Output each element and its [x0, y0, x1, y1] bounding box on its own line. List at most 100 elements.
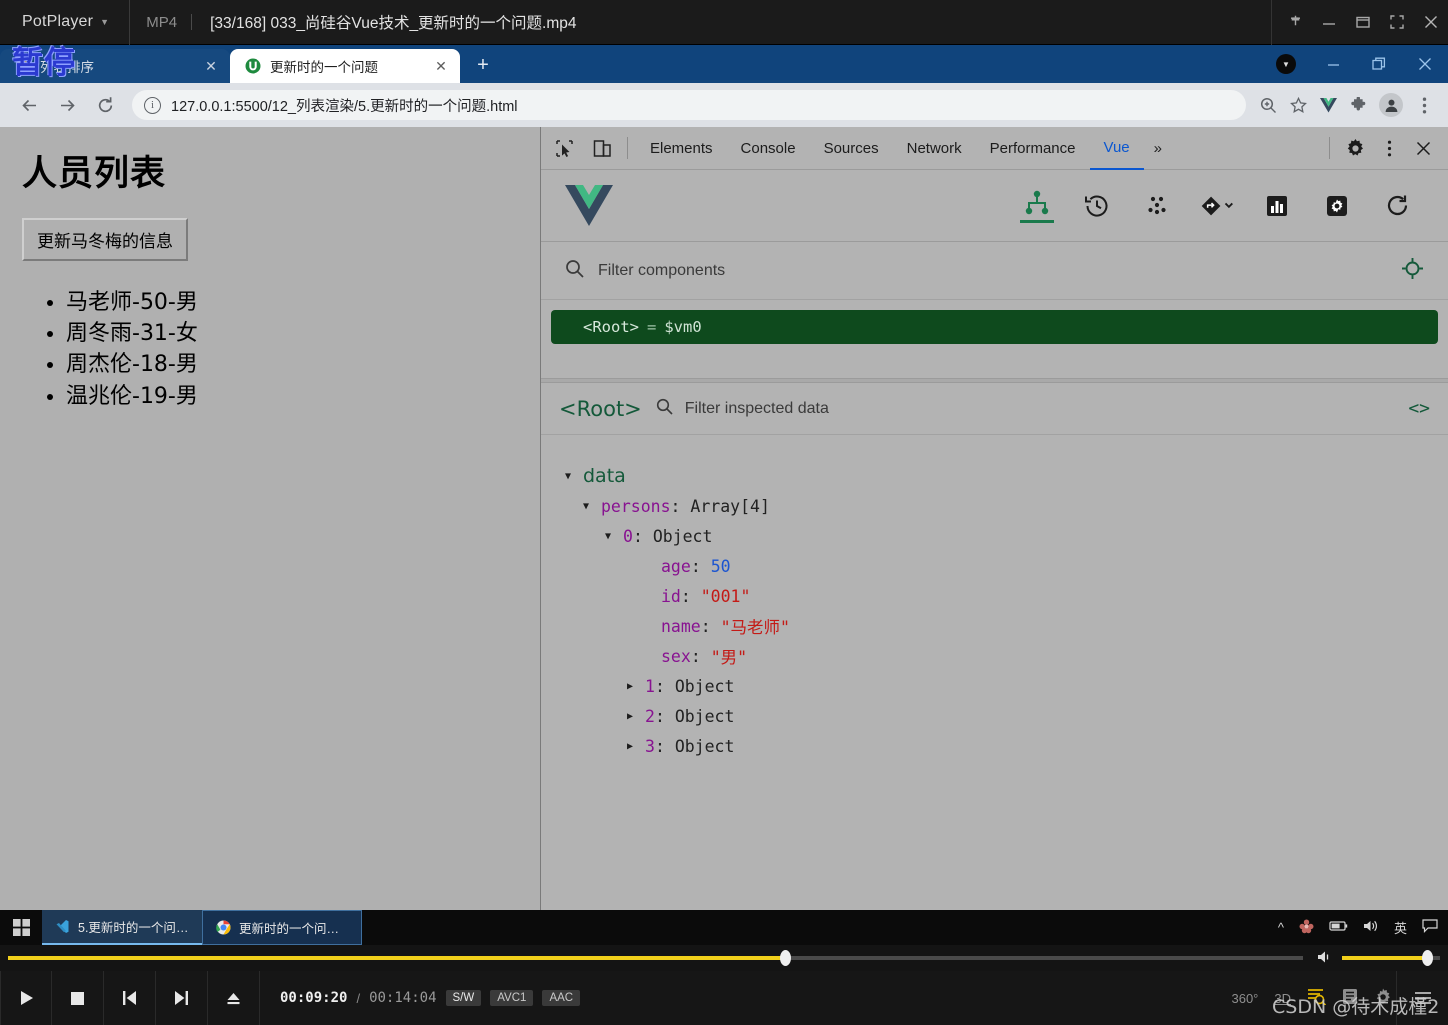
pin-icon[interactable] [1278, 0, 1312, 45]
profile-indicator-icon[interactable]: ▼ [1276, 54, 1296, 74]
tray-expand-icon[interactable]: ^ [1278, 920, 1284, 935]
routing-diamond-icon[interactable] [1200, 189, 1234, 223]
refresh-icon[interactable] [1380, 189, 1414, 223]
filter-components-input[interactable]: Filter components [598, 262, 725, 280]
flower-tray-icon[interactable] [1299, 919, 1314, 937]
bookmark-star-icon[interactable] [1284, 91, 1312, 119]
vr-360-button[interactable]: 360° [1231, 991, 1258, 1006]
previous-button[interactable] [104, 971, 156, 1025]
chevron-right-icon[interactable] [627, 681, 645, 692]
tab-elements[interactable]: Elements [636, 127, 727, 170]
taskbar-item-chrome[interactable]: 更新时的一个问题 - ... [202, 910, 362, 945]
chevron-right-icon[interactable] [627, 741, 645, 752]
player-menu-icon[interactable] [1396, 971, 1448, 1025]
inspected-data-tree: data persons: Array[4] 0: Object age: [541, 435, 1448, 910]
tree-row[interactable]: id: "001" [565, 581, 1448, 611]
chevron-right-icon[interactable] [627, 711, 645, 722]
restore-icon[interactable] [1346, 0, 1380, 45]
notifications-icon[interactable] [1422, 919, 1438, 936]
tab-performance[interactable]: Performance [976, 127, 1090, 170]
open-in-editor-code-icon[interactable]: <> [1408, 398, 1430, 419]
seek-thumb[interactable] [780, 950, 791, 966]
close-icon[interactable]: ✕ [432, 57, 450, 75]
tree-row[interactable]: 3: Object [565, 731, 1448, 761]
vuex-dots-icon[interactable] [1140, 189, 1174, 223]
battery-icon[interactable] [1329, 920, 1348, 935]
eject-playlist-button[interactable] [208, 971, 260, 1025]
vue-devtools-extension-icon[interactable] [1314, 91, 1342, 119]
vr-3d-button[interactable]: 3D [1274, 991, 1291, 1006]
audio-codec-badge[interactable]: AAC [542, 990, 581, 1006]
new-tab-button[interactable]: + [468, 50, 498, 80]
volume-slider[interactable] [1342, 950, 1440, 966]
seek-slider[interactable] [8, 950, 1303, 966]
minimize-icon[interactable] [1310, 48, 1356, 80]
video-codec-badge[interactable]: AVC1 [490, 990, 534, 1006]
tree-row[interactable]: persons: Array[4] [565, 491, 1448, 521]
url-input[interactable]: i 127.0.0.1:5500/12_列表渲染/5.更新时的一个问题.html [132, 90, 1246, 120]
next-button[interactable] [156, 971, 208, 1025]
potplayer-menu-button[interactable]: PotPlayer ▼ [0, 13, 129, 31]
tree-row[interactable]: sex: "男" [565, 641, 1448, 671]
browser-tab-2[interactable]: 更新时的一个问题 ✕ [230, 49, 460, 83]
search-subtitle-icon[interactable] [1307, 988, 1327, 1008]
tree-row[interactable]: 0: Object [565, 521, 1448, 551]
close-icon[interactable] [1414, 0, 1448, 45]
chrome-menu-icon[interactable] [1410, 91, 1438, 119]
volume-icon[interactable] [1317, 950, 1334, 967]
back-icon[interactable] [14, 90, 44, 120]
select-component-target-icon[interactable] [1401, 257, 1424, 285]
close-devtools-icon[interactable] [1406, 131, 1440, 165]
avatar[interactable] [1379, 93, 1403, 117]
tree-row[interactable]: 1: Object [565, 671, 1448, 701]
component-row-root[interactable]: <Root> = $vm0 [551, 310, 1438, 344]
playlist-icon[interactable] [1342, 988, 1358, 1008]
decoder-badge[interactable]: S/W [445, 990, 482, 1006]
tree-row[interactable]: age: 50 [565, 551, 1448, 581]
update-person-button[interactable]: 更新马冬梅的信息 [22, 218, 188, 261]
minimize-icon[interactable] [1312, 0, 1346, 45]
restore-icon[interactable] [1356, 48, 1402, 80]
settings-gear-icon[interactable] [1338, 131, 1372, 165]
chevron-down-icon[interactable] [565, 471, 583, 482]
component-filter-bar: Filter components [541, 242, 1448, 300]
ime-language-indicator[interactable]: 英 [1394, 918, 1407, 937]
tab-console[interactable]: Console [727, 127, 810, 170]
site-info-icon[interactable]: i [144, 96, 161, 114]
devtools-actions [1319, 131, 1448, 165]
volume-thumb[interactable] [1422, 950, 1433, 966]
more-tabs-icon[interactable]: » [1144, 140, 1172, 157]
volume-icon[interactable] [1363, 919, 1379, 936]
start-button[interactable] [0, 910, 42, 945]
tree-row[interactable]: name: "马老师" [565, 611, 1448, 641]
data-key: age [661, 556, 691, 576]
zoom-icon[interactable] [1254, 91, 1282, 119]
extensions-puzzle-icon[interactable] [1344, 91, 1372, 119]
tab-network[interactable]: Network [893, 127, 976, 170]
tree-row[interactable]: 2: Object [565, 701, 1448, 731]
inspect-element-icon[interactable] [549, 133, 579, 163]
devtools-menu-icon[interactable] [1372, 131, 1406, 165]
tab-sources[interactable]: Sources [810, 127, 893, 170]
forward-icon[interactable] [52, 90, 82, 120]
player-settings-gear-icon[interactable] [1374, 988, 1392, 1009]
performance-bars-icon[interactable] [1260, 189, 1294, 223]
stop-button[interactable] [52, 971, 104, 1025]
chevron-down-icon[interactable] [583, 501, 601, 512]
play-button[interactable] [0, 971, 52, 1025]
vue-settings-gear-icon[interactable] [1320, 189, 1354, 223]
device-toolbar-icon[interactable] [587, 133, 617, 163]
reload-icon[interactable] [90, 90, 120, 120]
close-icon[interactable] [1402, 48, 1448, 80]
taskbar-item-vscode[interactable]: 5.更新时的一个问题.... [42, 910, 202, 945]
tab-vue[interactable]: Vue [1089, 127, 1144, 170]
player-controls: 00:09:20 / 00:14:04 S/W AVC1 AAC 360° 3D [0, 971, 1448, 1025]
timeline-history-icon[interactable] [1080, 189, 1114, 223]
filter-inspected-data-input[interactable]: Filter inspected data [685, 400, 829, 418]
chevron-down-icon[interactable] [605, 531, 623, 542]
close-icon[interactable]: ✕ [202, 57, 220, 75]
tree-row[interactable]: data [565, 461, 1448, 491]
components-tree-icon[interactable] [1020, 189, 1054, 223]
browser-viewport: 人员列表 更新马冬梅的信息 马老师-50-男 周冬雨-31-女 周杰伦-18-男… [0, 127, 1448, 910]
fullscreen-icon[interactable] [1380, 0, 1414, 45]
